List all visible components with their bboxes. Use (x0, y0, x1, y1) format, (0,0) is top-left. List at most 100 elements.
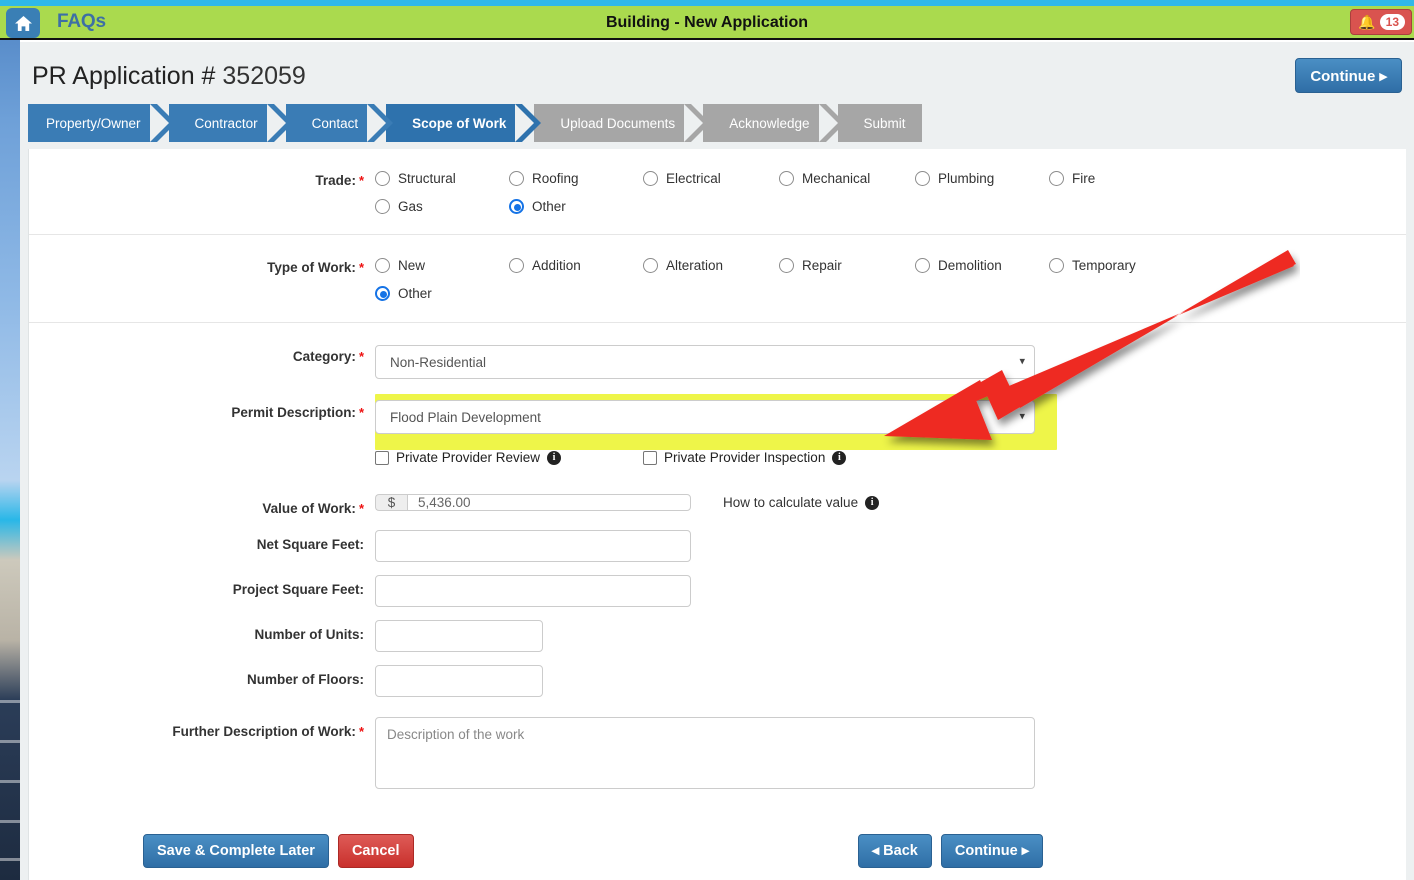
radio-type-repair[interactable]: Repair (779, 258, 915, 273)
step-contractor[interactable]: Contractor (169, 104, 274, 142)
radio-icon (375, 258, 390, 273)
project-square-feet-label: Project Square Feet: (45, 575, 375, 597)
number-of-units-label: Number of Units: (45, 620, 375, 642)
background-photo-strip (0, 0, 20, 880)
radio-trade-structural[interactable]: Structural (375, 171, 509, 186)
number-of-units-input[interactable] (375, 620, 543, 652)
net-square-feet-input[interactable] (375, 530, 691, 562)
permit-description-label: Permit Description:* (45, 394, 375, 420)
page-title: PR Application # 352059 (32, 62, 306, 91)
radio-icon (915, 171, 930, 186)
info-icon[interactable]: i (865, 496, 879, 510)
category-value: Non-Residential (390, 355, 486, 370)
required-marker: * (359, 173, 364, 188)
notifications-badge[interactable]: 🔔 13 (1350, 9, 1412, 35)
step-submit[interactable]: Submit (838, 104, 922, 142)
radio-icon (643, 258, 658, 273)
value-of-work-label: Value of Work:* (45, 494, 375, 516)
radio-trade-fire[interactable]: Fire (1049, 171, 1095, 186)
radio-trade-mechanical[interactable]: Mechanical (779, 171, 915, 186)
permit-description-highlight: Flood Plain Development ▾ (375, 394, 1057, 450)
radio-icon-selected (375, 286, 390, 301)
required-marker: * (359, 501, 364, 516)
scope-of-work-form: Trade:* Structural Roofing Electrical (28, 149, 1406, 880)
radio-type-addition[interactable]: Addition (509, 258, 643, 273)
value-of-work-input-group[interactable]: $ 5,436.00 (375, 494, 691, 511)
info-icon[interactable]: i (832, 451, 846, 465)
value-of-work-input[interactable]: 5,436.00 (407, 494, 691, 511)
trade-label: Trade:* (45, 169, 375, 188)
radio-type-demolition[interactable]: Demolition (915, 258, 1049, 273)
chevron-down-icon: ▾ (1019, 357, 1025, 368)
radio-trade-electrical[interactable]: Electrical (643, 171, 779, 186)
top-navigation-bar: FAQs Building - New Application 🔔 13 (0, 6, 1414, 40)
wizard-steps: Property/Owner Contractor Contact Scope … (28, 104, 1414, 142)
radio-icon (779, 258, 794, 273)
radio-trade-roofing[interactable]: Roofing (509, 171, 643, 186)
radio-icon (1049, 258, 1064, 273)
cancel-button[interactable]: Cancel (338, 834, 414, 868)
private-provider-row: Private Provider Review i Private Provid… (29, 450, 1406, 465)
page-title-prefix: PR Application # (32, 62, 215, 90)
project-square-feet-input[interactable] (375, 575, 691, 607)
category-row: Category:* Non-Residential ▾ (29, 323, 1406, 379)
page-header: PR Application # 352059 Continue ▸ (20, 42, 1414, 104)
info-icon[interactable]: i (547, 451, 561, 465)
number-of-floors-input[interactable] (375, 665, 543, 697)
net-square-feet-row: Net Square Feet: (29, 516, 1406, 562)
step-property-owner[interactable]: Property/Owner (28, 104, 157, 142)
radio-trade-other[interactable]: Other (509, 199, 566, 214)
type-of-work-options: New Addition Alteration Repair (375, 256, 1390, 301)
further-description-input[interactable] (375, 717, 1035, 789)
radio-type-alteration[interactable]: Alteration (643, 258, 779, 273)
radio-icon (509, 171, 524, 186)
radio-trade-plumbing[interactable]: Plumbing (915, 171, 1049, 186)
radio-trade-gas[interactable]: Gas (375, 199, 509, 214)
number-of-floors-row: Number of Floors: (29, 652, 1406, 697)
trade-options: Structural Roofing Electrical Mechanical (375, 169, 1390, 214)
radio-icon (509, 258, 524, 273)
step-upload-documents[interactable]: Upload Documents (534, 104, 691, 142)
how-to-calculate-value-link[interactable]: How to calculate value i (723, 495, 879, 510)
value-of-work-row: Value of Work:* $ 5,436.00 How to calcul… (29, 465, 1406, 516)
continue-top-button[interactable]: Continue ▸ (1295, 58, 1402, 93)
notification-count: 13 (1380, 14, 1405, 30)
type-of-work-row: Type of Work:* New Addition Alteration (29, 235, 1406, 323)
checkbox-private-provider-inspection[interactable]: Private Provider Inspection i (643, 450, 846, 465)
radio-icon (1049, 171, 1064, 186)
category-select[interactable]: Non-Residential ▾ (375, 345, 1035, 379)
spacer-label (45, 450, 375, 454)
number-of-floors-label: Number of Floors: (45, 665, 375, 687)
back-button[interactable]: ◂ Back (858, 834, 932, 868)
step-contact[interactable]: Contact (286, 104, 375, 142)
save-and-complete-later-button[interactable]: Save & Complete Later (143, 834, 329, 868)
radio-type-new[interactable]: New (375, 258, 509, 273)
type-of-work-label: Type of Work:* (45, 256, 375, 275)
required-marker: * (359, 349, 364, 364)
radio-icon (779, 171, 794, 186)
permit-description-select[interactable]: Flood Plain Development ▾ (375, 400, 1035, 434)
radio-type-other[interactable]: Other (375, 286, 432, 301)
permit-description-value: Flood Plain Development (390, 410, 541, 425)
app-title: Building - New Application (0, 14, 1414, 32)
category-label: Category:* (45, 345, 375, 364)
required-marker: * (359, 724, 364, 739)
bell-icon: 🔔 (1358, 15, 1375, 29)
radio-icon-selected (509, 199, 524, 214)
further-description-label: Further Description of Work:* (45, 717, 375, 739)
continue-button[interactable]: Continue ▸ (941, 834, 1043, 868)
permit-description-row: Permit Description:* Flood Plain Develop… (29, 379, 1406, 450)
step-acknowledge[interactable]: Acknowledge (703, 104, 825, 142)
currency-prefix: $ (375, 494, 407, 511)
radio-type-temporary[interactable]: Temporary (1049, 258, 1136, 273)
further-description-row: Further Description of Work:* (29, 697, 1406, 789)
checkbox-icon (643, 451, 657, 465)
step-scope-of-work[interactable]: Scope of Work (386, 104, 522, 142)
chevron-down-icon: ▾ (1019, 412, 1025, 423)
radio-icon (915, 258, 930, 273)
checkbox-private-provider-review[interactable]: Private Provider Review i (375, 450, 643, 465)
radio-icon (375, 171, 390, 186)
radio-icon (375, 199, 390, 214)
number-of-units-row: Number of Units: (29, 607, 1406, 652)
form-footer: Save & Complete Later Cancel ◂ Back Cont… (29, 834, 1406, 868)
